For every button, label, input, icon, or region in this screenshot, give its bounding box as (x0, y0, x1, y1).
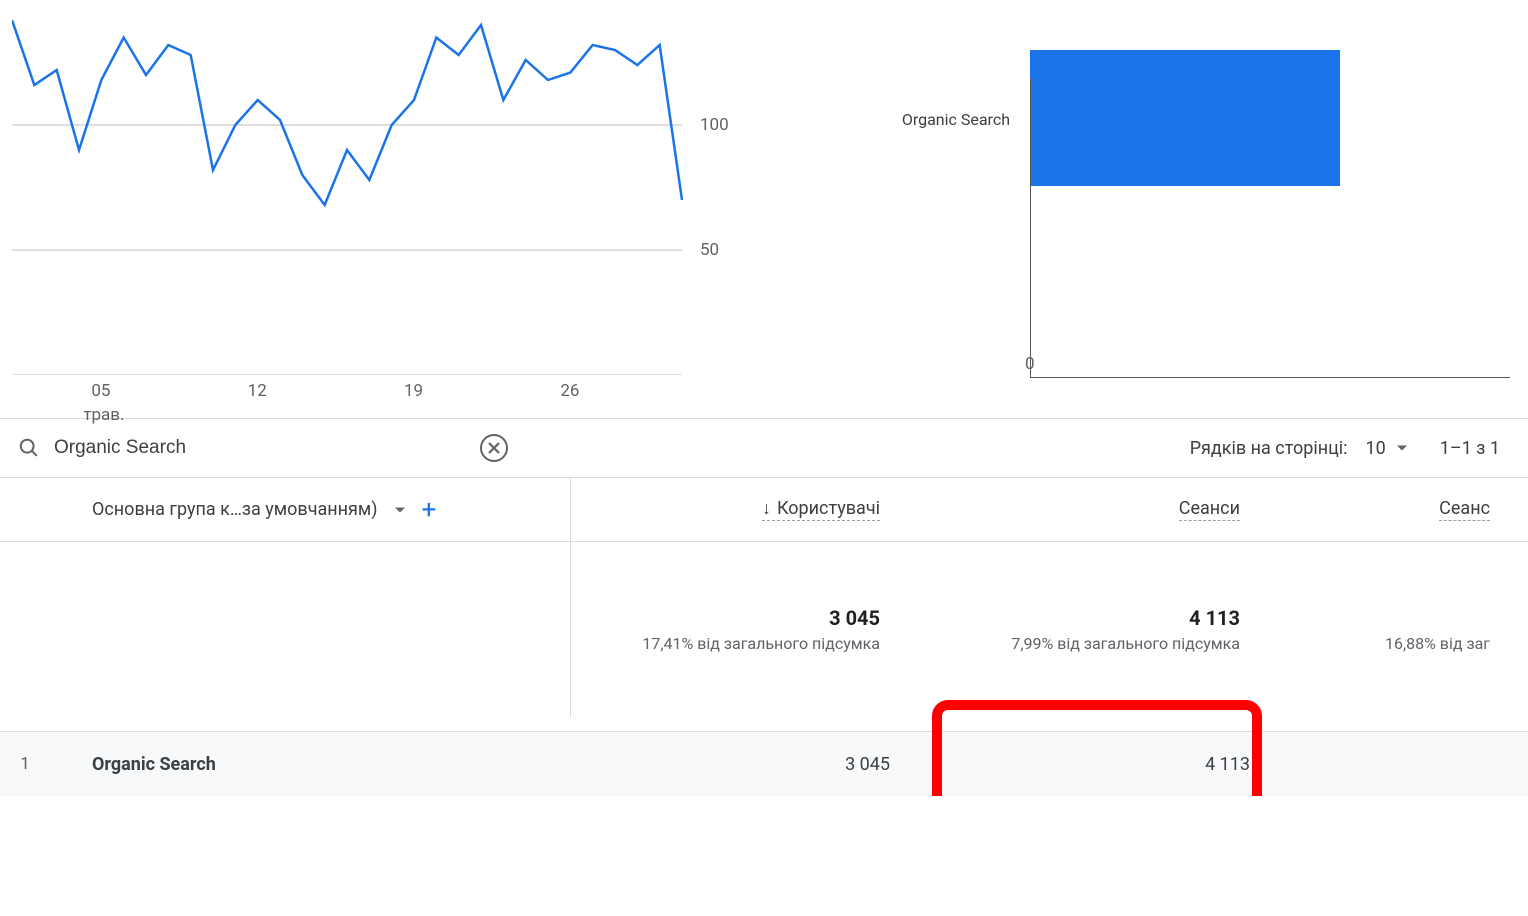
table-row[interactable]: 1 Organic Search 3 045 4 113 (0, 732, 1528, 796)
total-sessions: 4 113 (1189, 606, 1240, 630)
row-sessions: 4 113 (890, 754, 1250, 775)
filter-bar: Рядків на сторінці: 10 1–1 з 1 (0, 418, 1528, 478)
total-sessions2 (1485, 606, 1490, 630)
line-chart[interactable]: 5010005121926трав. (0, 0, 800, 378)
row-name: Organic Search (50, 754, 570, 775)
total-users: 3 045 (829, 606, 880, 630)
row-index: 1 (0, 754, 50, 774)
search-input[interactable] (40, 437, 480, 459)
chevron-down-icon[interactable] (394, 504, 406, 516)
search-icon (18, 437, 40, 459)
rows-per-page-select[interactable]: 10 (1366, 438, 1408, 459)
total-sessions2-sub: 16,88% від заг (1385, 634, 1490, 653)
table-header: Основна група к…за умовчанням) + ↓Корист… (0, 478, 1528, 542)
dimension-selector[interactable]: Основна група к…за умовчанням) (92, 499, 378, 520)
rows-per-page-label: Рядків на сторінці: (1190, 438, 1348, 459)
clear-search-button[interactable] (480, 434, 508, 462)
row-users: 3 045 (570, 754, 890, 775)
totals-row: 3 045 17,41% від загального підсумка 4 1… (0, 542, 1528, 732)
chevron-down-icon (1396, 442, 1408, 454)
column-sessions-2[interactable]: Сеанс (1439, 498, 1490, 521)
column-users[interactable]: ↓Користувачі (762, 498, 880, 521)
add-dimension-button[interactable]: + (422, 497, 437, 523)
pager-text: 1–1 з 1 (1440, 438, 1500, 459)
rows-per-page-value: 10 (1366, 438, 1386, 459)
total-users-sub: 17,41% від загального підсумка (642, 634, 880, 653)
column-sessions[interactable]: Сеанси (1179, 498, 1240, 521)
total-sessions-sub: 7,99% від загального підсумка (1011, 634, 1240, 653)
bar-chart[interactable]: Organic Search0 (800, 0, 1528, 378)
